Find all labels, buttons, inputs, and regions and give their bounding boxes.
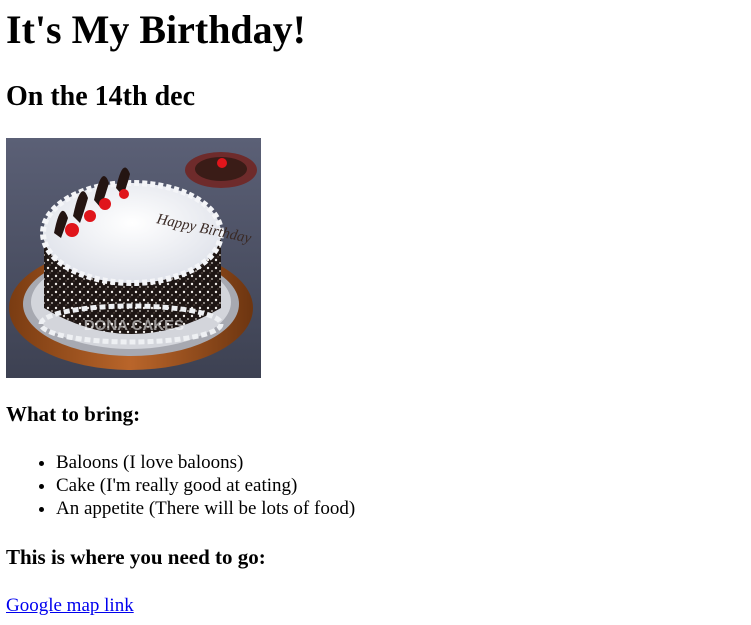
list-item: An appetite (There will be lots of food) [56,497,355,520]
google-map-link[interactable]: Google map link [6,594,134,617]
page-title: It's My Birthday! [6,7,306,52]
svg-text:DONA CAKES: DONA CAKES [84,317,184,334]
cake-image: Happy Birthday DONA CAKES [6,138,261,378]
list-item: Cake (I'm really good at eating) [56,474,355,497]
location-heading: This is where you need to go: [6,545,266,569]
bring-list: Baloons (I love baloons) Cake (I'm reall… [6,451,355,520]
bring-heading: What to bring: [6,402,141,426]
list-item: Baloons (I love baloons) [56,451,355,474]
page-subtitle: On the 14th dec [6,81,195,112]
